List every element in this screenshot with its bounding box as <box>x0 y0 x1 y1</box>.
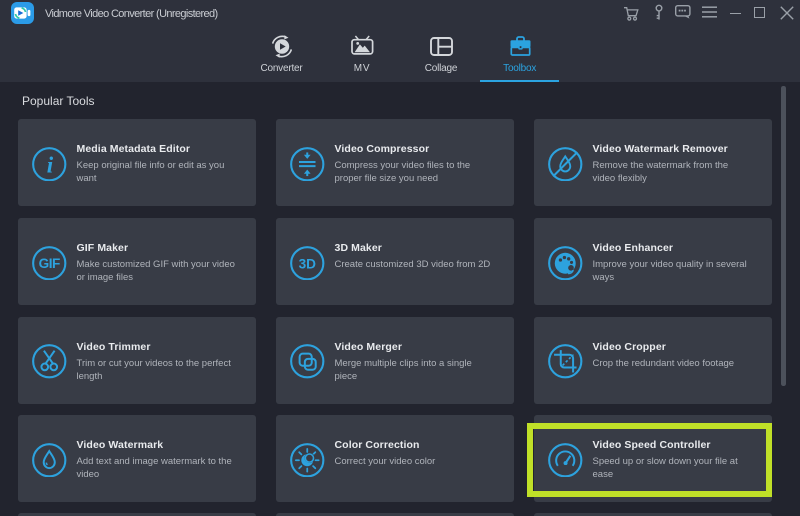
svg-text:3D: 3D <box>299 256 317 271</box>
svg-text:GIF: GIF <box>39 256 60 271</box>
svg-text:i: i <box>47 152 54 177</box>
